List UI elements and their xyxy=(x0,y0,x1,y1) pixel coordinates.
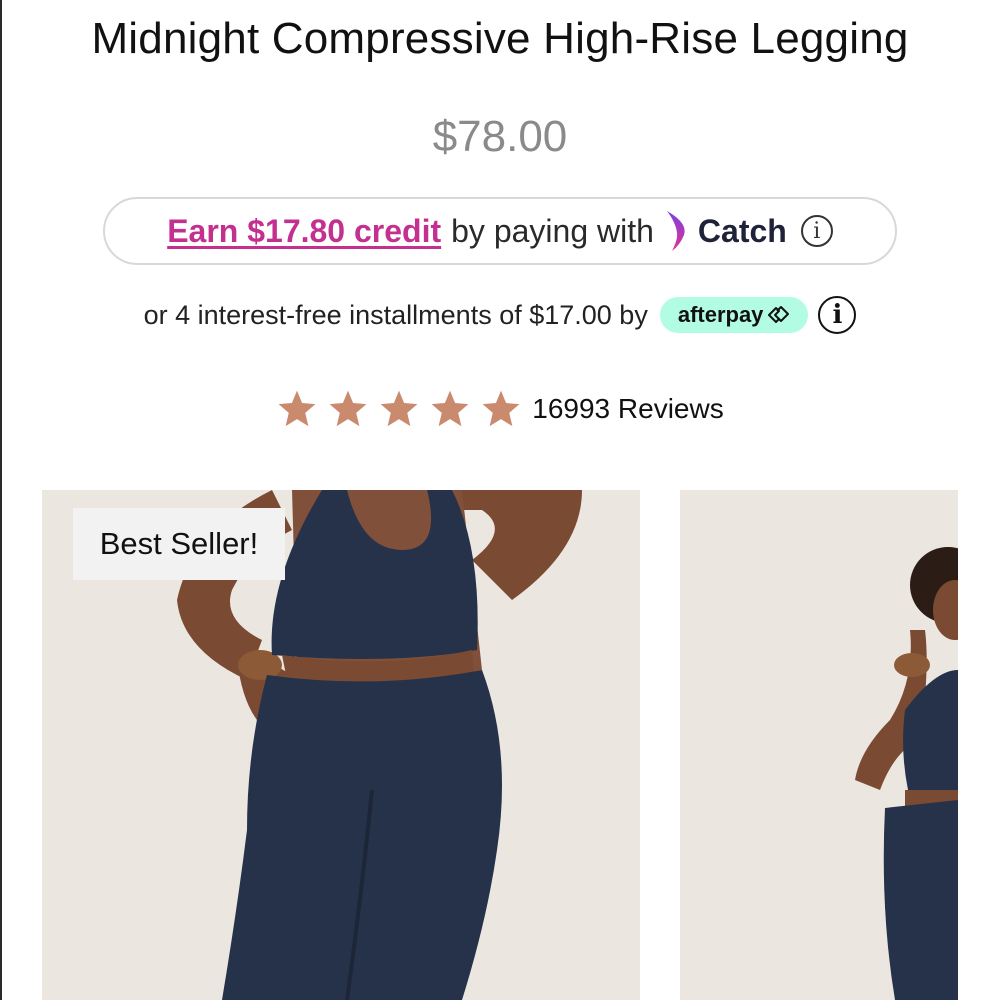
star-rating xyxy=(276,388,522,430)
catch-earn-link[interactable]: Earn $17.80 credit xyxy=(167,213,441,250)
star-icon xyxy=(482,390,520,427)
product-title: Midnight Compressive High-Rise Legging xyxy=(91,14,909,63)
afterpay-badge-label: afterpay xyxy=(677,302,764,327)
catch-brand-name: Catch xyxy=(697,212,787,249)
star-icon xyxy=(380,390,418,427)
catch-info-icon[interactable]: i xyxy=(800,215,833,247)
rating-row[interactable]: 16993 Reviews xyxy=(0,388,1000,430)
product-page: Midnight Compressive High-Rise Legging $… xyxy=(0,0,1000,1000)
reviews-count-link[interactable]: 16993 Reviews xyxy=(532,393,723,425)
star-icon xyxy=(431,390,469,427)
afterpay-info-icon[interactable]: i xyxy=(818,296,857,334)
catch-logo-icon xyxy=(664,209,690,253)
star-icon xyxy=(329,390,367,427)
afterpay-text: or 4 interest-free installments of $17.0… xyxy=(143,299,648,330)
afterpay-installments: or 4 interest-free installments of $17.0… xyxy=(0,296,1000,334)
catch-credit-banner[interactable]: Earn $17.80 credit by paying with Catch … xyxy=(103,197,897,265)
afterpay-arrows-icon xyxy=(768,306,790,323)
model-side-photo[interactable] xyxy=(680,490,958,1000)
catch-by-text: by paying with xyxy=(451,212,654,249)
star-icon xyxy=(278,390,316,427)
product-price: $78.00 xyxy=(432,112,568,161)
best-seller-badge: Best Seller! xyxy=(73,508,285,580)
afterpay-badge[interactable]: afterpay xyxy=(659,297,809,333)
model-side-illustration xyxy=(680,490,958,1000)
